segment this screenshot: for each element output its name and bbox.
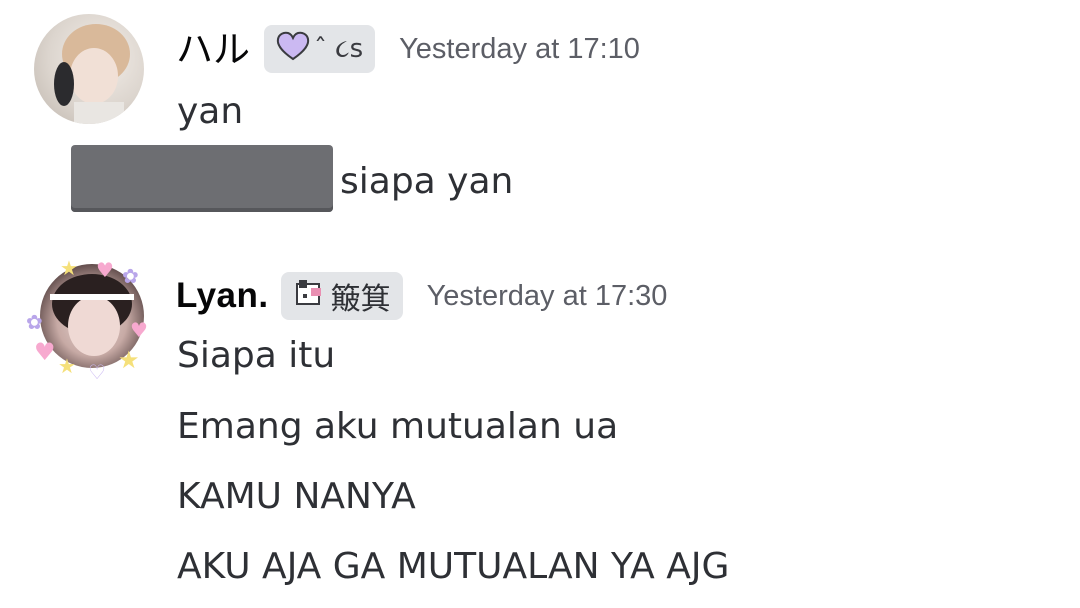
username[interactable]: Lyan. <box>176 276 269 316</box>
avatar-photo-icon <box>54 24 130 124</box>
tag-text: 簸箕 <box>330 282 391 317</box>
heart-icon <box>276 31 310 68</box>
message-text: AKU AJA GA MUTUALAN YA AJG <box>177 546 730 587</box>
bunny-icon: ✿ <box>26 310 43 334</box>
server-tag[interactable]: ˆ ૮ꜱ <box>264 25 376 73</box>
timestamp[interactable]: Yesterday at 17:10 <box>399 33 640 66</box>
star-icon: ★ <box>118 346 140 374</box>
star-icon: ★ <box>58 354 76 378</box>
bunny-icon: ✿ <box>122 264 139 288</box>
message-text: siapa yan <box>340 161 514 202</box>
tag-text: ˆ ૮ꜱ <box>314 33 364 64</box>
heart-icon: ♥ <box>34 338 56 366</box>
message-text: Emang aku mutualan ua <box>177 406 619 447</box>
message-header: Lyan. 簸箕 Yesterday at 17:30 <box>176 271 667 321</box>
timestamp[interactable]: Yesterday at 17:30 <box>427 280 668 313</box>
spoiler-block[interactable] <box>71 145 333 212</box>
heart-icon: ♥ <box>96 258 114 282</box>
chat-view: ハル ˆ ૮ꜱ Yesterday at 17:10 yan siapa yan… <box>0 0 1080 608</box>
message-text: Siapa itu <box>177 335 336 376</box>
heart-icon: ♥ <box>130 318 148 342</box>
avatar[interactable] <box>34 14 144 124</box>
message-text: yan <box>177 91 244 132</box>
server-tag[interactable]: 簸箕 <box>280 272 403 320</box>
dog-icon <box>293 276 327 317</box>
username[interactable]: ハル <box>176 31 250 68</box>
heart-icon: ♡ <box>88 360 106 384</box>
star-icon: ★ <box>60 256 78 280</box>
message-text: KAMU NANYA <box>177 476 416 517</box>
message-header: ハル ˆ ૮ꜱ Yesterday at 17:10 <box>176 25 640 73</box>
